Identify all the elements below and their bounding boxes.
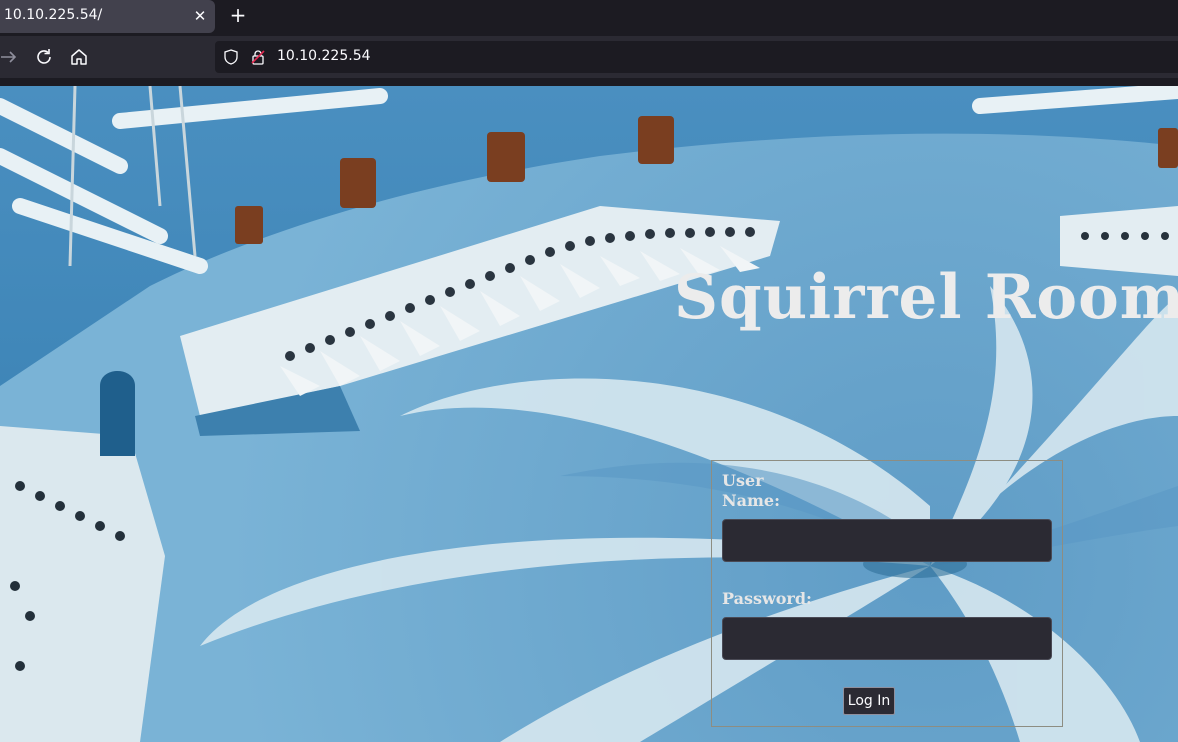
insecure-lock-icon[interactable] [250, 49, 266, 69]
password-label: Password: [722, 589, 812, 608]
close-icon[interactable]: ✕ [190, 6, 210, 26]
arrow-right-icon[interactable] [0, 46, 20, 68]
username-label: User Name: [722, 471, 781, 510]
tab-bar: 10.10.225.54/ ✕ + [0, 0, 1178, 36]
browser-tab[interactable]: 10.10.225.54/ ✕ [0, 0, 215, 33]
navigation-toolbar: 10.10.225.54 [0, 36, 1178, 78]
username-field[interactable] [722, 519, 1052, 562]
plus-icon[interactable]: + [227, 4, 249, 26]
shield-icon[interactable] [223, 49, 239, 69]
reload-icon[interactable] [33, 46, 55, 68]
tab-title: 10.10.225.54/ [4, 7, 103, 23]
password-field[interactable] [722, 617, 1052, 660]
login-form: User Name: Password: Log In [711, 460, 1063, 727]
page-title: Squirrel Room [674, 262, 1178, 333]
toolbar-divider [0, 78, 1178, 86]
url-text: 10.10.225.54 [277, 48, 371, 64]
page-viewport: Squirrel Room User Name: Password: Log I… [0, 86, 1178, 742]
url-bar[interactable]: 10.10.225.54 [215, 41, 1178, 73]
login-button[interactable]: Log In [843, 687, 895, 715]
home-icon[interactable] [68, 46, 90, 68]
